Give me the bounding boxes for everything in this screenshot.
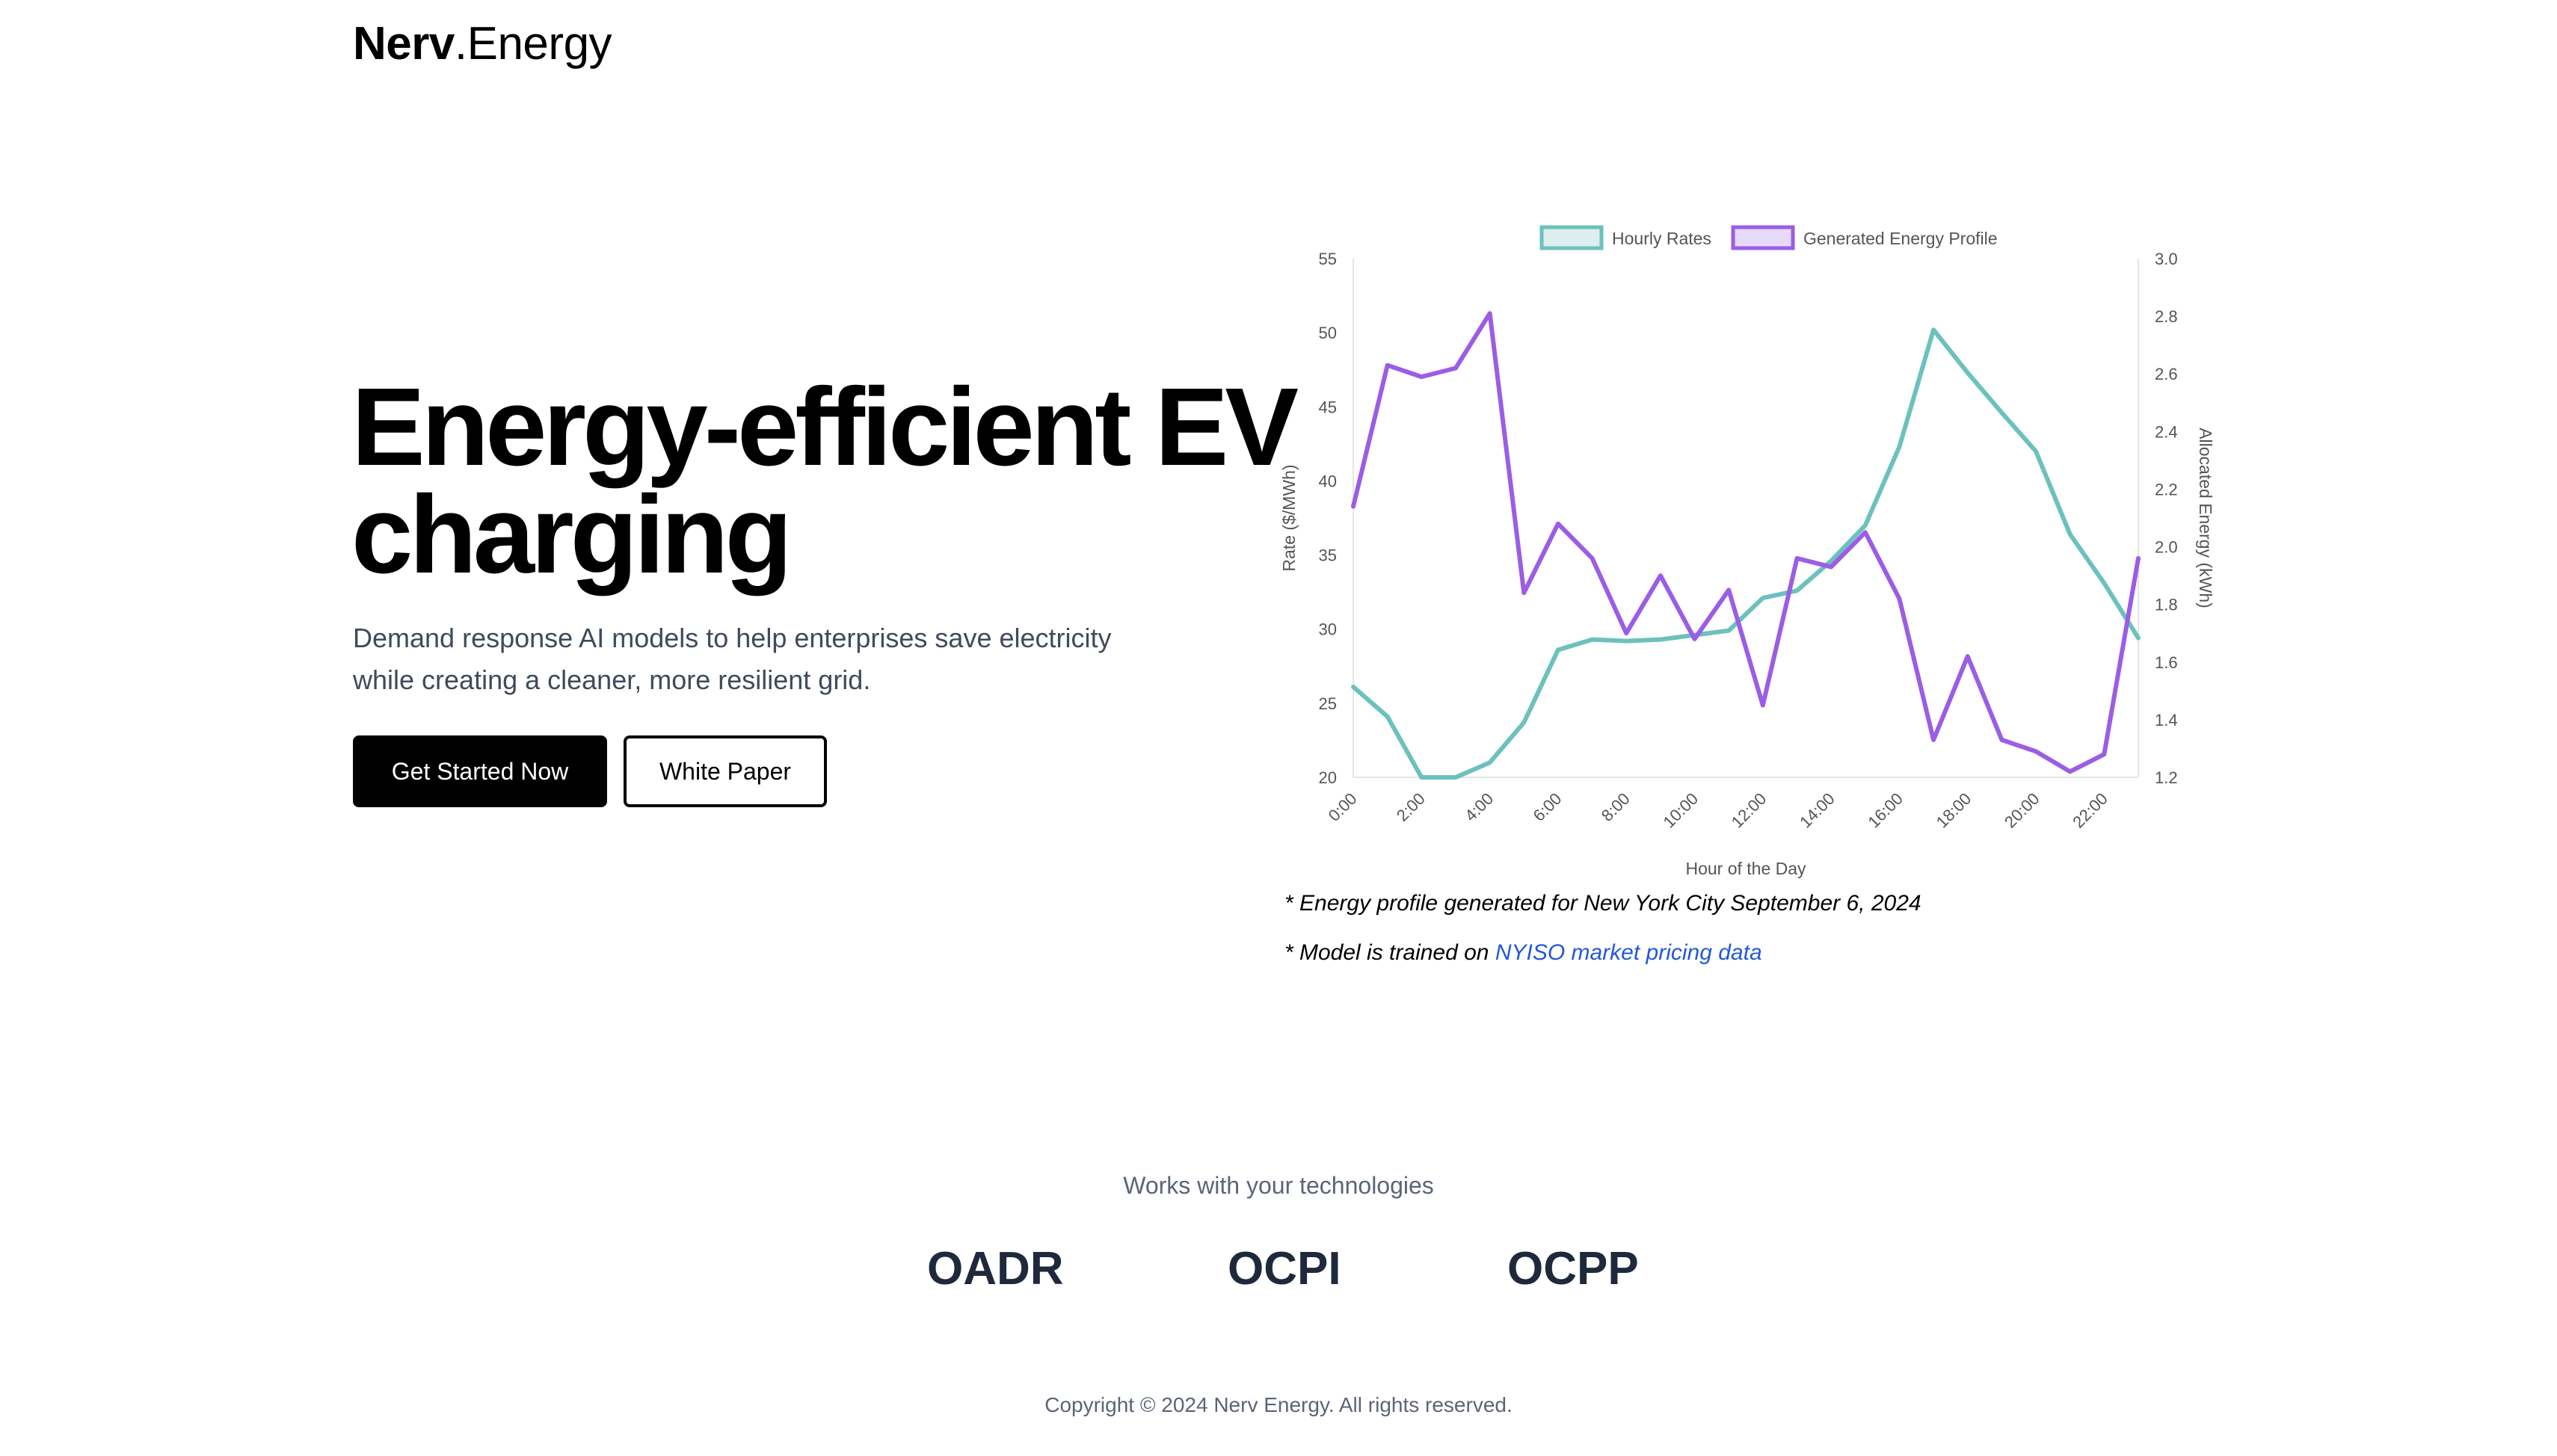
y-left-tick-label: 40 [1319, 472, 1337, 490]
x-tick-label: 0:00 [1325, 789, 1361, 825]
x-tick-label: 22:00 [2069, 789, 2111, 832]
footer-copyright: Copyright © 2024 Nerv Energy. All rights… [1044, 1393, 1513, 1416]
x-tick-label: 10:00 [1659, 789, 1702, 832]
chart-note-model: * Model is trained on NYISO market prici… [1284, 940, 1762, 966]
x-tick-label: 8:00 [1598, 789, 1634, 825]
y-right-tick-label: 3.0 [2155, 250, 2178, 268]
y-right-tick-label: 1.2 [2155, 768, 2178, 787]
y-right-axis-title: Allocated Energy (kWh) [2196, 428, 2215, 608]
y-right-tick-label: 1.6 [2155, 653, 2178, 672]
white-paper-button[interactable]: White Paper [624, 735, 827, 807]
y-right-tick-label: 2.6 [2155, 365, 2178, 383]
y-left-tick-label: 45 [1319, 398, 1337, 416]
hero-subtitle: Demand response AI models to help enterp… [353, 617, 1213, 701]
x-tick-label: 20:00 [2001, 789, 2043, 832]
site-logo[interactable]: Nerv.Energy [353, 21, 612, 67]
chart-note-model-prefix: * Model is trained on [1284, 940, 1495, 965]
y-left-tick-label: 20 [1319, 768, 1337, 787]
energy-profile-line [1351, 311, 2141, 774]
x-tick-label: 6:00 [1529, 789, 1565, 825]
x-tick-label: 4:00 [1461, 789, 1497, 825]
logo-bold: Nerv [353, 18, 455, 70]
legend-energy-profile-swatch [1731, 225, 1795, 250]
x-tick-label: 12:00 [1728, 789, 1770, 832]
y-left-tick-label: 50 [1319, 324, 1337, 342]
hourly-rates-line [1351, 327, 2141, 780]
x-tick-label: 18:00 [1933, 789, 1975, 832]
chart-note-location: * Energy profile generated for New York … [1284, 891, 1921, 916]
y-right-tick-label: 2.8 [2155, 307, 2178, 326]
logo-rest: .Energy [454, 18, 612, 70]
hero-title: Energy-efficient EV charging [351, 372, 1308, 590]
tech-logo-oadr: OADR [927, 1243, 1064, 1295]
hero-title-line1: Energy-efficient EV [351, 365, 1299, 489]
x-tick-label: 16:00 [1864, 789, 1907, 832]
get-started-button[interactable]: Get Started Now [353, 735, 607, 807]
legend-hourly-rates-swatch [1539, 225, 1604, 250]
x-tick-label: 2:00 [1393, 789, 1429, 825]
hero-subtitle-line2: while creating a cleaner, more resilient… [353, 664, 871, 695]
y-left-tick-label: 35 [1319, 546, 1337, 565]
legend-energy-profile-label: Generated Energy Profile [1803, 229, 1998, 248]
x-tick-label: 14:00 [1796, 789, 1838, 832]
hero-title-line2: charging [351, 473, 793, 596]
tech-logo-ocpi: OCPI [1228, 1243, 1341, 1295]
tech-logo-ocpp: OCPP [1507, 1243, 1639, 1295]
energy-chart-svg: 55 50 45 40 35 30 25 20 3.0 2.8 2.6 2.4 2.2 2.0 1.8 1.6… [1279, 225, 2215, 878]
y-right-tick-label: 2.4 [2155, 422, 2178, 441]
technologies-label: Works with your technologies [1123, 1172, 1434, 1199]
x-axis-title: Hour of the Day [1685, 859, 1806, 878]
y-left-axis-title: Rate ($/MWh) [1279, 464, 1299, 571]
y-right-tick-label: 2.0 [2155, 538, 2178, 557]
y-right-tick-label: 1.4 [2155, 711, 2178, 729]
legend-hourly-rates-label: Hourly Rates [1612, 229, 1711, 248]
y-right-tick-label: 1.8 [2155, 596, 2178, 614]
y-left-tick-label: 25 [1319, 694, 1337, 713]
y-left-tick-label: 55 [1319, 250, 1337, 268]
nyiso-data-link[interactable]: NYISO market pricing data [1495, 940, 1762, 965]
hero-subtitle-line1: Demand response AI models to help enterp… [353, 623, 1112, 653]
y-left-tick-label: 30 [1319, 620, 1337, 639]
y-right-tick-label: 2.2 [2155, 480, 2178, 499]
energy-chart: 55 50 45 40 35 30 25 20 3.0 2.8 2.6 2.4 2.2 2.0 1.8 1.6… [1271, 217, 2243, 889]
